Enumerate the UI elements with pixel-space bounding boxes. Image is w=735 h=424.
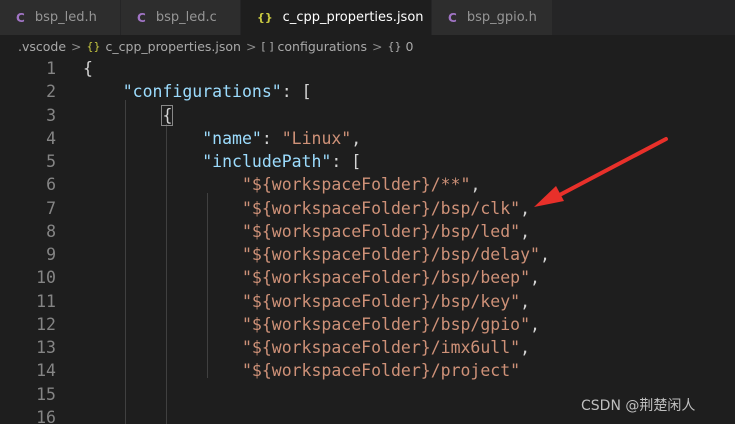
watermark: CSDN @荆楚闲人 (581, 398, 696, 414)
red-arrow-annotation (534, 137, 668, 207)
